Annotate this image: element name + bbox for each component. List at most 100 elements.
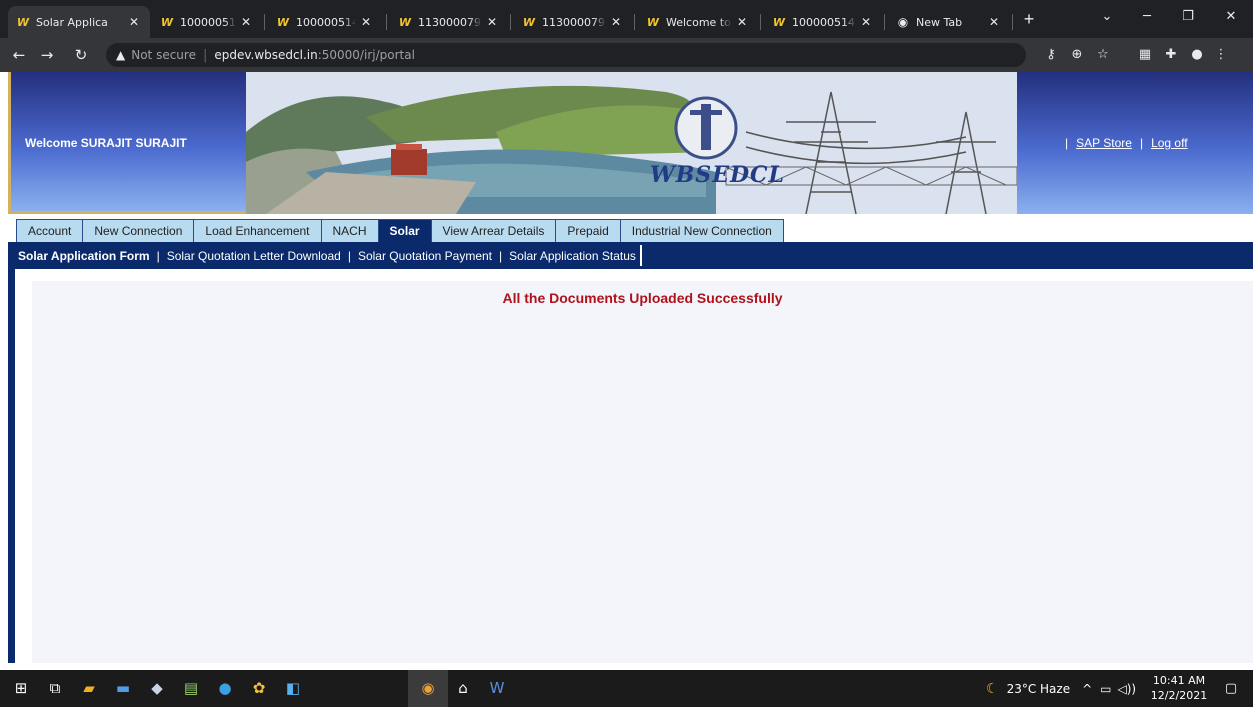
store-icon[interactable]: ⌂ xyxy=(452,677,474,699)
folder-icon[interactable]: ▬ xyxy=(112,677,134,699)
new-tab-plus-icon[interactable]: + xyxy=(1018,8,1040,30)
clock-date: 12/2/2021 xyxy=(1150,689,1208,702)
close-tab-icon[interactable]: ✕ xyxy=(484,15,500,29)
address-bar[interactable]: ▲ Not secure | epdev.wbsedcl.in:50000/ir… xyxy=(106,43,1026,67)
profile-icon[interactable]: ● xyxy=(1188,46,1206,64)
subnav-solar-application-status[interactable]: Solar Application Status xyxy=(509,249,636,263)
nav-tab-list: Account New Connection Load Enhancement … xyxy=(16,219,784,242)
people-icon[interactable]: ✿ xyxy=(248,677,270,699)
header-links: | SAP Store | Log off xyxy=(1057,136,1188,150)
wbsedcl-icon: W xyxy=(398,15,412,29)
word-icon[interactable]: W xyxy=(486,677,508,699)
wbsedcl-icon: W xyxy=(646,15,660,29)
subnav-separator: | xyxy=(347,248,351,263)
taskbar-clock[interactable]: 10:41 AM 12/2/2021 xyxy=(1150,673,1208,703)
task-view-icon[interactable]: ⧉ xyxy=(44,677,66,699)
zoom-icon[interactable]: ⊕ xyxy=(1068,46,1086,64)
tab-title: 113000079_A xyxy=(542,15,606,29)
notifications-icon[interactable]: ▢ xyxy=(1220,677,1242,699)
browser-tab[interactable]: W 1000005144F ✕ xyxy=(268,6,382,38)
tab-new-connection[interactable]: New Connection xyxy=(82,219,195,242)
chrome-taskbar-icon[interactable]: ◉ xyxy=(417,677,439,699)
tab-separator xyxy=(1012,14,1013,30)
volume-icon[interactable]: ◁)) xyxy=(1118,682,1137,696)
close-tab-icon[interactable]: ✕ xyxy=(358,15,374,29)
subnav-solar-quotation-payment[interactable]: Solar Quotation Payment xyxy=(358,249,492,263)
tab-title: 1000005144F xyxy=(296,15,356,29)
log-off-link[interactable]: Log off xyxy=(1151,136,1187,150)
browser-tab[interactable]: W 113000079_A ✕ xyxy=(390,6,508,38)
sub-navigation: Solar Application Form | Solar Quotation… xyxy=(8,242,1253,269)
tab-nach[interactable]: NACH xyxy=(320,219,379,242)
sap-store-link[interactable]: SAP Store xyxy=(1076,136,1132,150)
wbsedcl-logo-text: WBSEDCL xyxy=(650,162,786,188)
tab-view-arrear-details[interactable]: View Arrear Details xyxy=(430,219,557,242)
tab-title: New Tab xyxy=(916,15,963,29)
content-area: All the Documents Uploaded Successfully xyxy=(8,269,1253,663)
tab-separator xyxy=(510,14,511,30)
browser-tab[interactable]: W Solar Applica ✕ xyxy=(8,6,150,38)
tab-search-chevron-icon[interactable]: ⌄ xyxy=(1090,6,1124,28)
tab-separator xyxy=(264,14,265,30)
windows-start-icon[interactable]: ⊞ xyxy=(10,677,32,699)
header-banner-image: WBSEDCL xyxy=(246,72,1017,214)
wbsedcl-icon: W xyxy=(522,15,536,29)
weather-text[interactable]: 23°C Haze xyxy=(1007,682,1071,696)
close-tab-icon[interactable]: ✕ xyxy=(986,15,1002,29)
wbsedcl-icon: W xyxy=(772,15,786,29)
paint-icon[interactable]: ◆ xyxy=(146,677,168,699)
back-arrow-icon[interactable]: ← xyxy=(8,44,30,66)
tab-industrial-new-connection[interactable]: Industrial New Connection xyxy=(619,219,784,242)
tab-account[interactable]: Account xyxy=(16,219,84,242)
close-tab-icon[interactable]: ✕ xyxy=(858,15,874,29)
menu-dots-icon[interactable]: ⋮ xyxy=(1212,46,1230,64)
restore-icon[interactable]: ❐ xyxy=(1171,6,1205,28)
edge-icon[interactable]: ● xyxy=(214,677,236,699)
browser-tab[interactable]: W 1000005143F ✕ xyxy=(764,6,882,38)
close-window-icon[interactable]: ✕ xyxy=(1214,6,1248,28)
tab-title: 1000005143F xyxy=(792,15,856,29)
bookmark-star-icon[interactable]: ☆ xyxy=(1094,46,1112,64)
subnav-solar-quotation-letter-download[interactable]: Solar Quotation Letter Download xyxy=(167,249,341,263)
link-separator: | xyxy=(1139,136,1144,150)
browser-tab[interactable]: W 1000005144. ✕ xyxy=(152,6,262,38)
show-hidden-icons-chevron-icon[interactable]: ^ xyxy=(1082,682,1092,696)
tab-separator xyxy=(386,14,387,30)
browser-tab[interactable]: ◉ New Tab ✕ xyxy=(888,6,1010,38)
minimize-icon[interactable]: ─ xyxy=(1130,6,1164,28)
tab-solar[interactable]: Solar xyxy=(377,219,432,242)
app-icon[interactable]: ◧ xyxy=(282,677,304,699)
content-panel: All the Documents Uploaded Successfully xyxy=(32,281,1253,663)
weather-moon-icon: ☾ xyxy=(986,680,999,697)
close-tab-icon[interactable]: ✕ xyxy=(734,15,750,29)
windows-taskbar: ⊞ ⧉ ▰ ▬ ◆ ▤ ● ✿ ◧ ◉ ⌂ W ☾ 23°C Haze ^ ▭ … xyxy=(0,670,1253,707)
key-icon[interactable]: ⚷ xyxy=(1042,46,1060,64)
close-tab-icon[interactable]: ✕ xyxy=(238,15,254,29)
chrome-icon: ◉ xyxy=(897,15,909,29)
close-tab-icon[interactable]: ✕ xyxy=(126,15,142,29)
close-tab-icon[interactable]: ✕ xyxy=(608,15,624,29)
browser-tab[interactable]: W 113000079_A ✕ xyxy=(514,6,632,38)
reload-icon[interactable]: ↻ xyxy=(70,44,92,66)
tab-title: 113000079_A xyxy=(418,15,482,29)
top-navigation: Account New Connection Load Enhancement … xyxy=(8,214,1253,242)
forward-arrow-icon[interactable]: → xyxy=(36,44,58,66)
security-label: Not secure xyxy=(131,48,196,62)
file-explorer-icon[interactable]: ▰ xyxy=(78,677,100,699)
wbsedcl-icon: W xyxy=(276,15,290,29)
puzzle-icon[interactable]: ✚ xyxy=(1162,46,1180,64)
tab-load-enhancement[interactable]: Load Enhancement xyxy=(193,219,322,242)
tab-prepaid[interactable]: Prepaid xyxy=(555,219,621,242)
browser-toolbar: ← → ↻ ▲ Not secure | epdev.wbsedcl.in:50… xyxy=(0,38,1253,72)
tab-separator xyxy=(634,14,635,30)
browser-tab[interactable]: W Welcome to V ✕ xyxy=(638,6,758,38)
extension-icon[interactable]: ▦ xyxy=(1136,46,1154,64)
clock-time: 10:41 AM xyxy=(1152,674,1206,687)
subnav-solar-application-form[interactable]: Solar Application Form xyxy=(18,249,150,263)
network-icon[interactable]: ▭ xyxy=(1100,682,1111,696)
url-divider: | xyxy=(202,47,208,63)
success-message: All the Documents Uploaded Successfully xyxy=(502,290,783,306)
notepad-icon[interactable]: ▤ xyxy=(180,677,202,699)
welcome-text: Welcome SURAJIT SURAJIT xyxy=(25,136,187,150)
sub-nav-list: Solar Application Form | Solar Quotation… xyxy=(18,242,642,269)
